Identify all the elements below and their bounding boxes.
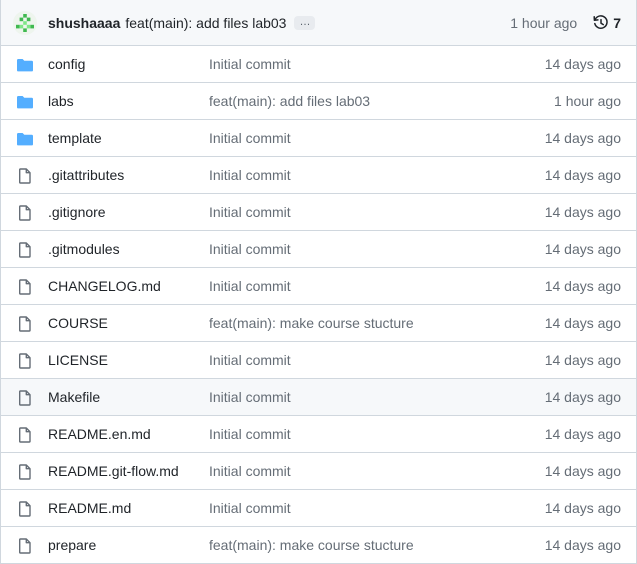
file-name-link[interactable]: .gitmodules (48, 231, 120, 268)
commit-age: 14 days ago (544, 352, 621, 368)
folder-icon (16, 131, 34, 147)
commit-age: 14 days ago (544, 500, 621, 516)
commit-message-link[interactable]: feat(main): add files lab03 (209, 83, 370, 120)
file-icon (16, 205, 34, 221)
commit-message-link[interactable]: Initial commit (209, 120, 291, 157)
file-icon (16, 427, 34, 443)
commit-age: 14 days ago (544, 56, 621, 72)
file-name-link[interactable]: config (48, 46, 85, 83)
commit-message-link[interactable]: feat(main): make course stucture (209, 527, 414, 564)
latest-commit-bar: shushaaaa feat(main): add files lab03 … … (1, 0, 636, 46)
commit-age: 14 days ago (544, 204, 621, 220)
commit-age: 14 days ago (544, 315, 621, 331)
file-row[interactable]: template Initial commit 14 days ago (1, 120, 636, 157)
file-row[interactable]: README.en.md Initial commit 14 days ago (1, 416, 636, 453)
commit-age: 1 hour ago (554, 93, 621, 109)
file-row[interactable]: labs feat(main): add files lab03 1 hour ag… (1, 83, 636, 120)
commit-age: 14 days ago (544, 278, 621, 294)
file-row[interactable]: COURSE feat(main): make course stucture 14… (1, 305, 636, 342)
file-name-link[interactable]: .gitignore (48, 194, 106, 231)
file-name-link[interactable]: README.en.md (48, 416, 151, 453)
identicon-icon (16, 13, 34, 32)
commit-message-link[interactable]: Initial commit (209, 231, 291, 268)
latest-commit-message[interactable]: feat(main): add files lab03 (125, 15, 286, 31)
file-row[interactable]: CHANGELOG.md Initial commit 14 days ago (1, 268, 636, 305)
commit-message-link[interactable]: Initial commit (209, 342, 291, 379)
commit-age: 14 days ago (544, 389, 621, 405)
file-icon (16, 353, 34, 369)
commit-count: 7 (613, 14, 621, 31)
file-row[interactable]: .gitattributes Initial commit 14 days ago (1, 157, 636, 194)
folder-icon (16, 57, 34, 73)
commit-history-link[interactable]: 7 (593, 15, 621, 31)
file-name-link[interactable]: labs (48, 83, 74, 120)
file-icon (16, 501, 34, 517)
history-icon (593, 14, 608, 29)
file-name-link[interactable]: Makefile (48, 379, 100, 416)
commit-age: 14 days ago (544, 537, 621, 553)
commit-message-link[interactable]: Initial commit (209, 268, 291, 305)
commit-message-link[interactable]: Initial commit (209, 379, 291, 416)
folder-icon (16, 94, 34, 110)
file-name-link[interactable]: README.git-flow.md (48, 453, 179, 490)
file-icon (16, 242, 34, 258)
commit-age: 14 days ago (544, 426, 621, 442)
commit-message-link[interactable]: Initial commit (209, 416, 291, 453)
file-row[interactable]: README.git-flow.md Initial commit 14 days … (1, 453, 636, 490)
file-name-link[interactable]: .gitattributes (48, 157, 124, 194)
commit-age: 14 days ago (544, 167, 621, 183)
expand-commit-button[interactable]: … (294, 15, 316, 30)
commit-age: 14 days ago (544, 130, 621, 146)
file-icon (16, 279, 34, 295)
file-name-link[interactable]: template (48, 120, 102, 157)
commit-age: 14 days ago (544, 463, 621, 479)
file-row[interactable]: LICENSE Initial commit 14 days ago (1, 342, 636, 379)
commit-message-link[interactable]: feat(main): make course stucture (209, 305, 414, 342)
file-row[interactable]: README.md Initial commit 14 days ago (1, 490, 636, 527)
file-browser: shushaaaa feat(main): add files lab03 … … (0, 0, 637, 564)
file-row[interactable]: prepare feat(main): make course stucture 1… (1, 527, 636, 564)
file-row[interactable]: config Initial commit 14 days ago (1, 46, 636, 83)
file-list: config Initial commit 14 days ago labs feat(… (1, 46, 636, 564)
commit-message-link[interactable]: Initial commit (209, 490, 291, 527)
commit-message-link[interactable]: Initial commit (209, 453, 291, 490)
commit-age: 14 days ago (544, 241, 621, 257)
file-icon (16, 168, 34, 184)
latest-commit-time[interactable]: 1 hour ago (510, 15, 577, 31)
file-icon (16, 316, 34, 332)
commit-message-link[interactable]: Initial commit (209, 194, 291, 231)
commit-message-link[interactable]: Initial commit (209, 157, 291, 194)
avatar[interactable] (13, 10, 37, 35)
file-icon (16, 464, 34, 480)
file-name-link[interactable]: prepare (48, 527, 96, 564)
file-row[interactable]: Makefile Initial commit 14 days ago (1, 379, 636, 416)
file-row[interactable]: .gitignore Initial commit 14 days ago (1, 194, 636, 231)
file-icon (16, 390, 34, 406)
commit-author[interactable]: shushaaaa (48, 15, 120, 31)
file-name-link[interactable]: LICENSE (48, 342, 108, 379)
file-name-link[interactable]: README.md (48, 490, 131, 527)
file-row[interactable]: .gitmodules Initial commit 14 days ago (1, 231, 636, 268)
file-name-link[interactable]: COURSE (48, 305, 108, 342)
file-icon (16, 538, 34, 554)
commit-message-link[interactable]: Initial commit (209, 46, 291, 83)
file-name-link[interactable]: CHANGELOG.md (48, 268, 161, 305)
